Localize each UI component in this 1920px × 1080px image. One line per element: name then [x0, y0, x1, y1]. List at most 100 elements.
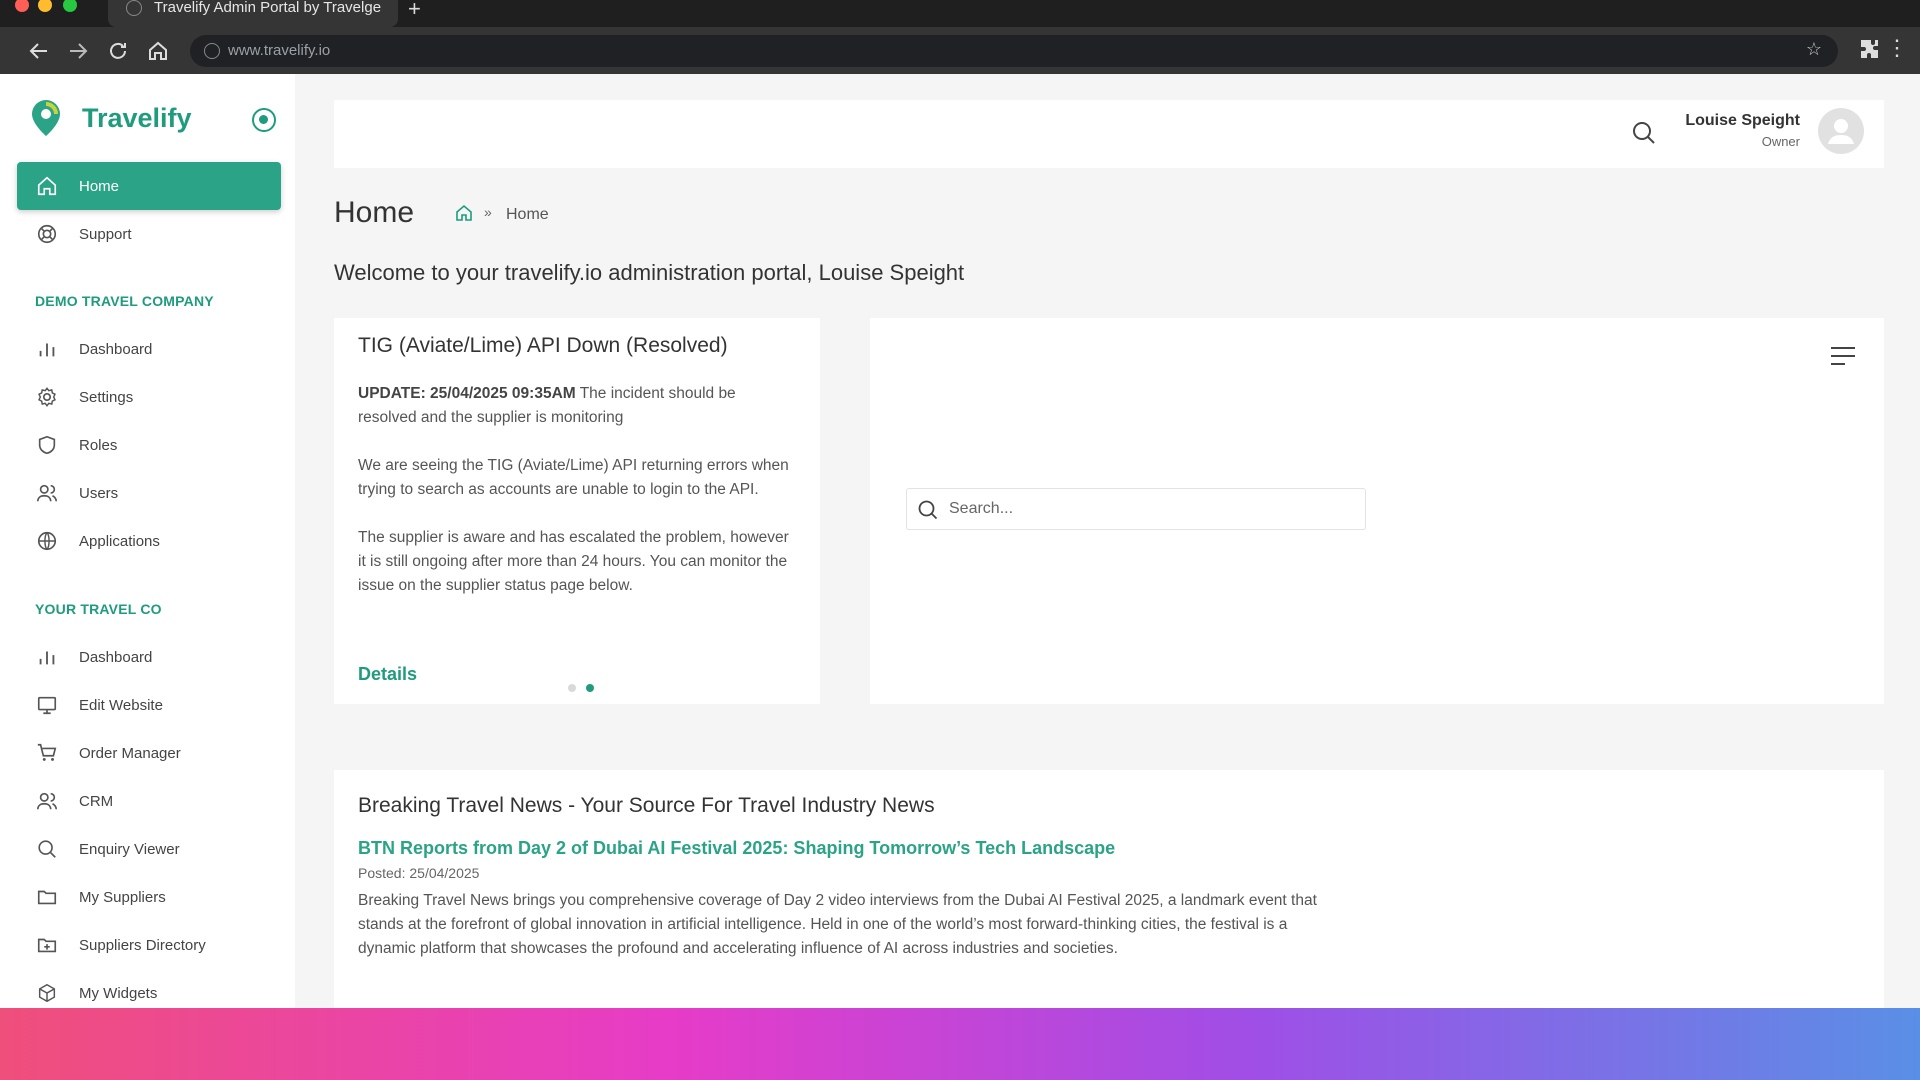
sidebar-item-label: Home	[79, 177, 120, 195]
sidebar-item-label: My Suppliers	[79, 888, 166, 906]
sidebar-item-support[interactable]: Support	[17, 210, 281, 258]
alert-paragraph: The supplier is aware and has escalated …	[358, 529, 789, 594]
bar-chart-icon	[35, 645, 59, 669]
window-minimize-button[interactable]	[38, 0, 52, 12]
sidebar-item-label: Dashboard	[79, 340, 153, 358]
sidebar-item-roles[interactable]: Roles	[17, 421, 281, 469]
cart-icon	[35, 741, 59, 765]
gear-icon	[35, 385, 59, 409]
tab-title: Travelify Admin Portal by Travelge	[154, 0, 382, 16]
search-icon	[917, 499, 939, 521]
sidebar-item-my-suppliers[interactable]: My Suppliers	[17, 873, 281, 921]
sidebar-item-applications[interactable]: Applications	[17, 517, 281, 565]
alert-card: TIG (Aviate/Lime) API Down (Resolved) UP…	[334, 318, 820, 704]
bookmark-star-icon[interactable]: ☆	[1806, 39, 1822, 60]
news-heading: Breaking Travel News - Your Source For T…	[358, 794, 935, 817]
section-title-your-travel-co: YOUR TRAVEL CO	[35, 601, 162, 617]
sidebar-item-settings[interactable]: Settings	[17, 373, 281, 421]
alert-update: UPDATE: 25/04/2025 09:35AM The incident …	[358, 382, 796, 430]
browser-tab-bar: Travelify Admin Portal by Travelge +	[0, 0, 1920, 27]
window-close-button[interactable]	[15, 0, 29, 12]
sidebar-item-label: Suppliers Directory	[79, 936, 206, 954]
sidebar-item-label: Support	[79, 225, 132, 243]
sidebar-item-edit-website[interactable]: Edit Website	[17, 681, 281, 729]
sidebar-item-label: Roles	[79, 436, 118, 454]
sidebar-toggle-icon[interactable]	[252, 108, 276, 132]
breadcrumb-current: Home	[506, 206, 549, 223]
logo-text: Travelify	[82, 102, 192, 133]
details-link[interactable]: Details	[358, 664, 417, 685]
sidebar-item-label: Applications	[79, 532, 160, 550]
users-icon	[35, 789, 59, 813]
alert-paragraph: We are seeing the TIG (Aviate/Lime) API …	[358, 457, 789, 498]
sidebar-item-label: Settings	[79, 388, 134, 406]
shield-icon	[35, 433, 59, 457]
menu-icon[interactable]	[1830, 346, 1856, 366]
carousel-dot[interactable]	[568, 684, 576, 692]
news-posted-date: Posted: 25/04/2025	[358, 865, 480, 881]
sidebar-item-label: Users	[79, 484, 119, 502]
browser-toolbar: www.travelify.io ☆ ⋮	[0, 27, 1920, 74]
logo[interactable]: Travelify	[28, 98, 192, 138]
tab-favicon-icon	[126, 0, 142, 16]
forward-arrow-icon[interactable]	[66, 39, 90, 63]
sidebar: Travelify Home Support DEMO TRAVEL COMPA…	[0, 74, 295, 1008]
window-maximize-button[interactable]	[63, 0, 77, 12]
monitor-icon	[35, 693, 59, 717]
search-card	[870, 318, 1884, 704]
user-role: Owner	[1761, 134, 1800, 149]
carousel-dot-active[interactable]	[586, 684, 594, 692]
bar-chart-icon	[35, 337, 59, 361]
alert-title: TIG (Aviate/Lime) API Down (Resolved)	[358, 334, 728, 357]
sidebar-item-users[interactable]: Users	[17, 469, 281, 517]
browser-menu-icon[interactable]: ⋮	[1886, 35, 1908, 61]
search-box	[906, 488, 1366, 530]
home-icon	[35, 174, 59, 198]
sidebar-item-crm[interactable]: CRM	[17, 777, 281, 825]
sidebar-item-dashboard-2[interactable]: Dashboard	[17, 633, 281, 681]
decorative-gradient-bar	[0, 1008, 1920, 1080]
search-icon	[35, 837, 59, 861]
header-search-icon[interactable]	[1631, 120, 1657, 146]
home-browser-icon[interactable]	[146, 39, 170, 63]
alert-update-label: UPDATE: 25/04/2025 09:35AM	[358, 385, 576, 402]
reload-icon[interactable]	[106, 39, 130, 63]
section-title-demo-travel-company: DEMO TRAVEL COMPANY	[35, 293, 214, 309]
sidebar-item-label: Enquiry Viewer	[79, 840, 180, 858]
sidebar-item-home[interactable]: Home	[17, 162, 281, 210]
top-bar: Louise Speight Owner	[334, 100, 1884, 168]
address-bar[interactable]: www.travelify.io ☆	[190, 35, 1838, 67]
breadcrumb-home-icon[interactable]	[454, 203, 474, 223]
users-icon	[35, 481, 59, 505]
sidebar-item-dashboard[interactable]: Dashboard	[17, 325, 281, 373]
sidebar-item-order-manager[interactable]: Order Manager	[17, 729, 281, 777]
sidebar-item-label: Order Manager	[79, 744, 181, 762]
news-card: Breaking Travel News - Your Source For T…	[334, 770, 1884, 1008]
breadcrumb-separator: »	[484, 204, 492, 220]
sidebar-item-suppliers-directory[interactable]: Suppliers Directory	[17, 921, 281, 969]
logo-pin-icon	[32, 100, 60, 136]
news-body: Breaking Travel News brings you comprehe…	[358, 892, 1317, 957]
user-name[interactable]: Louise Speight	[1685, 112, 1800, 130]
sidebar-item-enquiry-viewer[interactable]: Enquiry Viewer	[17, 825, 281, 873]
globe-icon	[35, 529, 59, 553]
page-title: Home	[334, 196, 415, 229]
new-tab-button[interactable]: +	[408, 0, 421, 22]
sidebar-item-label: Edit Website	[79, 696, 163, 714]
back-arrow-icon[interactable]	[27, 39, 51, 63]
browser-tab[interactable]: Travelify Admin Portal by Travelge	[108, 0, 398, 27]
sidebar-item-label: CRM	[79, 792, 114, 810]
extensions-puzzle-icon[interactable]	[1858, 37, 1884, 63]
carousel-dots	[568, 684, 594, 692]
cube-icon	[35, 981, 59, 1005]
folder-plus-icon	[35, 933, 59, 957]
address-url: www.travelify.io	[228, 42, 331, 59]
avatar[interactable]	[1818, 108, 1864, 154]
lifebuoy-icon	[35, 222, 59, 246]
welcome-message: Welcome to your travelify.io administrat…	[334, 260, 965, 285]
site-info-icon[interactable]	[204, 43, 220, 59]
search-input[interactable]	[949, 497, 1349, 521]
folder-icon	[35, 885, 59, 909]
news-article-link[interactable]: BTN Reports from Day 2 of Dubai AI Festi…	[358, 838, 1860, 859]
sidebar-item-label: Dashboard	[79, 648, 153, 666]
